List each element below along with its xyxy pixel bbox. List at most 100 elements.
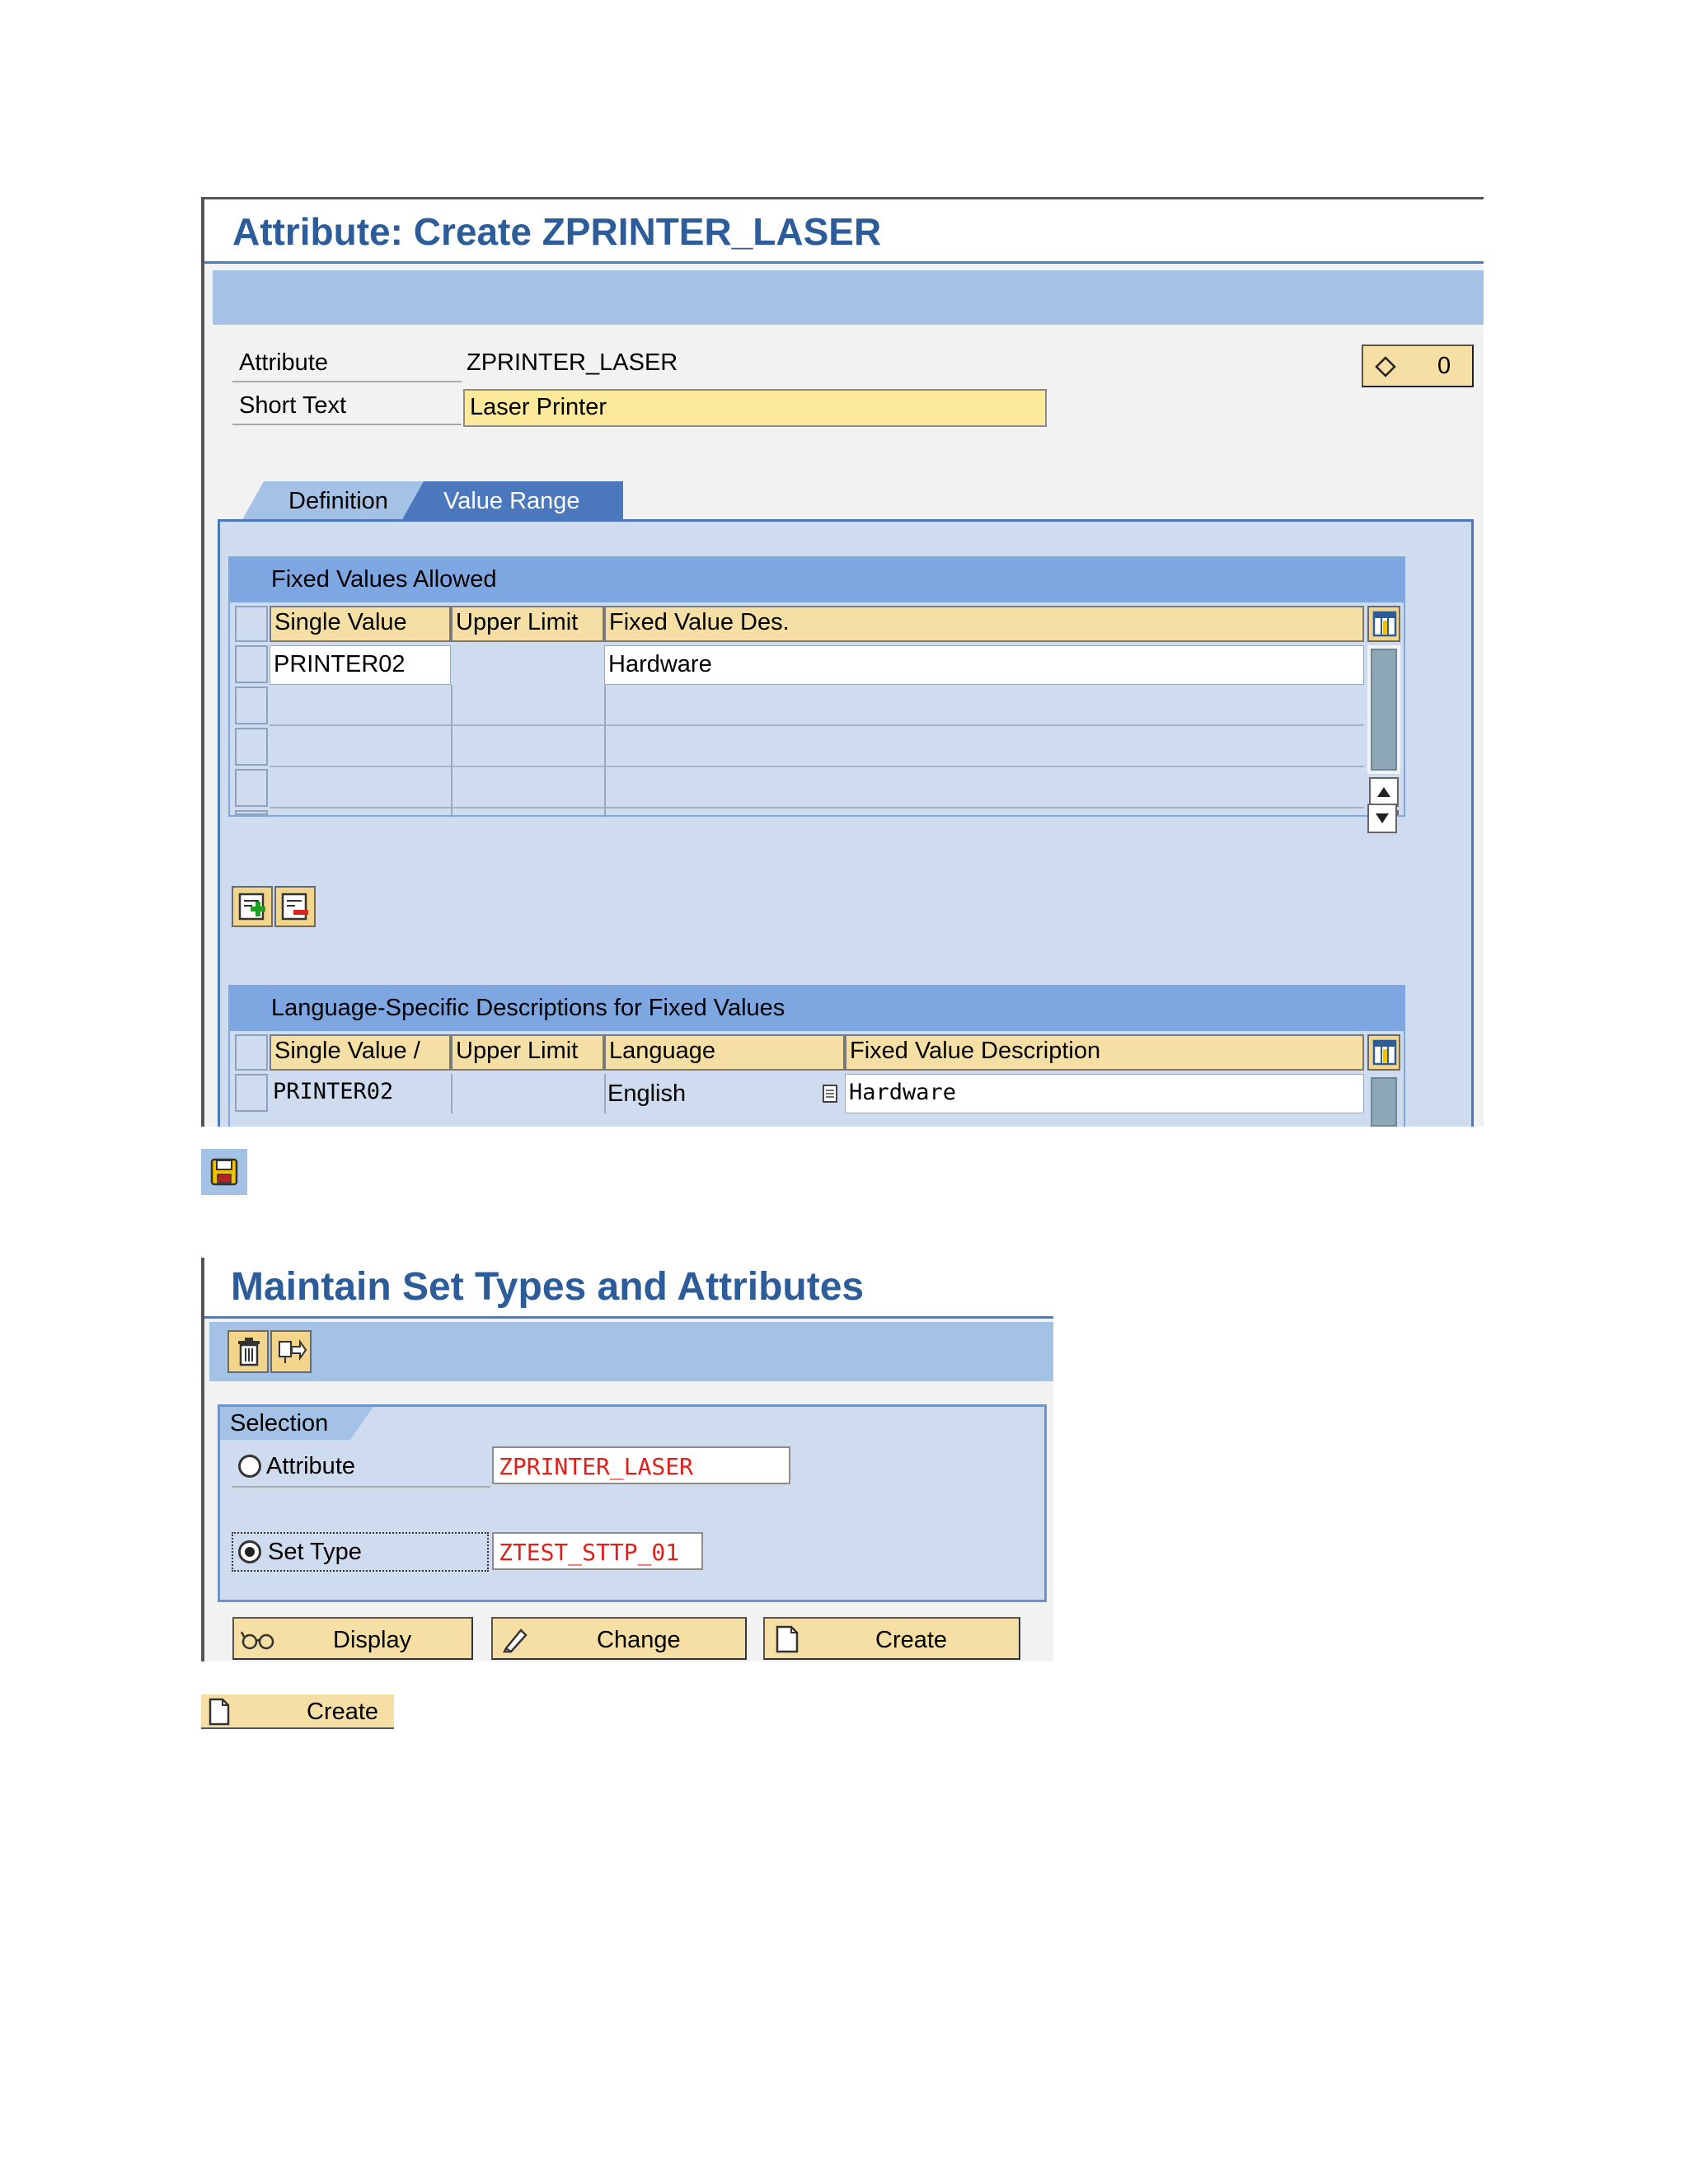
- cell-single-value[interactable]: PRINTER02: [270, 645, 451, 685]
- screen-title-bar: Maintain Set Types and Attributes: [204, 1258, 1053, 1319]
- pencil-icon: [502, 1629, 528, 1653]
- transport-button[interactable]: [270, 1330, 312, 1373]
- cell-language-text: English: [607, 1080, 687, 1107]
- save-icon: [210, 1158, 238, 1186]
- insert-row-icon: [238, 893, 265, 921]
- table-settings-icon: [1372, 611, 1397, 637]
- application-toolbar: [213, 270, 1484, 325]
- cell-single-value[interactable]: PRINTER02: [270, 1074, 451, 1113]
- version-counter-button[interactable]: 0: [1362, 344, 1474, 387]
- grid-line: [270, 766, 1364, 767]
- cell-description[interactable]: Hardware: [604, 645, 1364, 685]
- settype-radio-label[interactable]: Set Type: [268, 1539, 362, 1566]
- language-descriptions-group-header: Language-Specific Descriptions for Fixed…: [228, 985, 1405, 1031]
- attribute-value: ZPRINTER_LASER: [467, 349, 678, 376]
- cell-description-text: Hardware: [849, 1080, 957, 1105]
- application-toolbar: [209, 1322, 1053, 1381]
- grid-line: [270, 807, 1364, 808]
- row-selector[interactable]: [235, 810, 268, 815]
- maintain-set-types-screen: Maintain Set Types and Attributes Select…: [201, 1258, 1053, 1661]
- delete-button[interactable]: [227, 1330, 269, 1373]
- f4-help-icon[interactable]: [822, 1084, 840, 1104]
- select-all-rows[interactable]: [235, 1034, 268, 1071]
- tab-value-range[interactable]: Value Range: [401, 481, 623, 523]
- selection-title: Selection: [230, 1410, 329, 1436]
- settype-input[interactable]: ZTEST_STTP_01: [492, 1532, 703, 1570]
- attribute-radio-label[interactable]: Attribute: [266, 1453, 355, 1480]
- grid-line: [270, 724, 1364, 726]
- cell-description[interactable]: Hardware: [845, 1074, 1364, 1113]
- cell-upper-limit[interactable]: [451, 645, 604, 685]
- attribute-radio[interactable]: [238, 1455, 261, 1478]
- scrollbar-thumb[interactable]: [1371, 649, 1397, 771]
- selection-group-header: Selection: [220, 1407, 373, 1440]
- scroll-up-icon: [1377, 787, 1390, 797]
- display-button[interactable]: Display: [232, 1617, 473, 1660]
- new-document-icon: [776, 1625, 799, 1653]
- language-descriptions-table: Single Value / Upper Limit Language Fixe…: [228, 1031, 1405, 1127]
- page-title: Maintain Set Types and Attributes: [231, 1265, 865, 1309]
- row-selector[interactable]: [235, 1074, 268, 1112]
- standalone-create-button[interactable]: Create: [201, 1694, 394, 1729]
- cell-single-value-text: PRINTER02: [273, 1079, 394, 1104]
- settype-input-value: ZTEST_STTP_01: [499, 1539, 680, 1566]
- trash-icon: [238, 1338, 260, 1366]
- grid-line: [604, 685, 606, 815]
- insert-row-button[interactable]: [232, 886, 273, 927]
- column-header-fixed-value-description[interactable]: Fixed Value Des.: [604, 606, 1364, 642]
- vertical-scrollbar[interactable]: [1371, 1077, 1397, 1127]
- short-text-value: Laser Printer: [470, 394, 607, 420]
- cell-single-value-text: PRINTER02: [274, 651, 406, 677]
- transport-icon: [279, 1338, 307, 1363]
- selection-panel: Selection Attribute ZPRINTER_LASER Set T…: [218, 1404, 1047, 1602]
- tab-definition[interactable]: Definition: [241, 481, 427, 523]
- tab-value-range-label: Value Range: [443, 488, 580, 514]
- page-title: Attribute: Create ZPRINTER_LASER: [232, 210, 882, 253]
- delete-row-icon: [281, 893, 308, 921]
- table-settings-button[interactable]: [1367, 606, 1400, 642]
- column-header-single-value[interactable]: Single Value: [270, 606, 451, 642]
- new-document-icon: [209, 1698, 230, 1726]
- scroll-up-button[interactable]: [1369, 777, 1399, 807]
- glasses-icon: [241, 1631, 274, 1650]
- screen-title-bar: Attribute: Create ZPRINTER_LASER: [204, 199, 1484, 264]
- create-button[interactable]: Create: [763, 1617, 1020, 1660]
- fixed-values-group-header: Fixed Values Allowed: [228, 556, 1405, 602]
- short-text-label-cell: Short Text: [232, 389, 462, 425]
- change-button[interactable]: Change: [491, 1617, 747, 1660]
- fixed-values-table: Single Value Upper Limit Fixed Value Des…: [228, 602, 1405, 817]
- row-selector[interactable]: [235, 687, 268, 724]
- attribute-label-cell: Attribute: [232, 346, 462, 382]
- diamond-icon: [1375, 356, 1396, 377]
- scroll-down-button[interactable]: [1367, 804, 1397, 833]
- fixed-values-title: Fixed Values Allowed: [271, 566, 497, 593]
- row-selector[interactable]: [235, 769, 268, 807]
- save-button[interactable]: [201, 1149, 247, 1195]
- column-header-upper-limit[interactable]: Upper Limit: [451, 1034, 604, 1071]
- column-header-fixed-value-description[interactable]: Fixed Value Description: [845, 1034, 1364, 1071]
- display-button-label: Display: [333, 1627, 412, 1653]
- table-settings-icon: [1372, 1039, 1397, 1066]
- table-settings-button[interactable]: [1367, 1034, 1400, 1071]
- short-text-input[interactable]: Laser Printer: [463, 389, 1047, 427]
- grid-line: [451, 685, 452, 815]
- cell-description-text: Hardware: [608, 651, 712, 677]
- column-header-language[interactable]: Language: [604, 1034, 845, 1071]
- delete-row-button[interactable]: [274, 886, 316, 927]
- cell-language[interactable]: English: [606, 1074, 845, 1113]
- row-selector[interactable]: [235, 728, 268, 766]
- select-all-rows[interactable]: [235, 606, 268, 642]
- attribute-label: Attribute: [239, 349, 328, 376]
- column-header-single-value[interactable]: Single Value /: [270, 1034, 451, 1071]
- scroll-down-icon: [1376, 813, 1389, 823]
- attribute-input-value: ZPRINTER_LASER: [499, 1453, 694, 1480]
- attribute-create-screen: Attribute: Create ZPRINTER_LASER Attribu…: [201, 197, 1484, 1127]
- vertical-scrollbar[interactable]: [1367, 645, 1400, 774]
- settype-radio[interactable]: [238, 1540, 261, 1563]
- cell-upper-limit[interactable]: [452, 1074, 604, 1113]
- change-button-label: Change: [597, 1627, 681, 1653]
- standalone-create-label: Create: [307, 1699, 379, 1725]
- row-selector[interactable]: [235, 645, 268, 683]
- column-header-upper-limit[interactable]: Upper Limit: [451, 606, 604, 642]
- attribute-input[interactable]: ZPRINTER_LASER: [492, 1446, 790, 1484]
